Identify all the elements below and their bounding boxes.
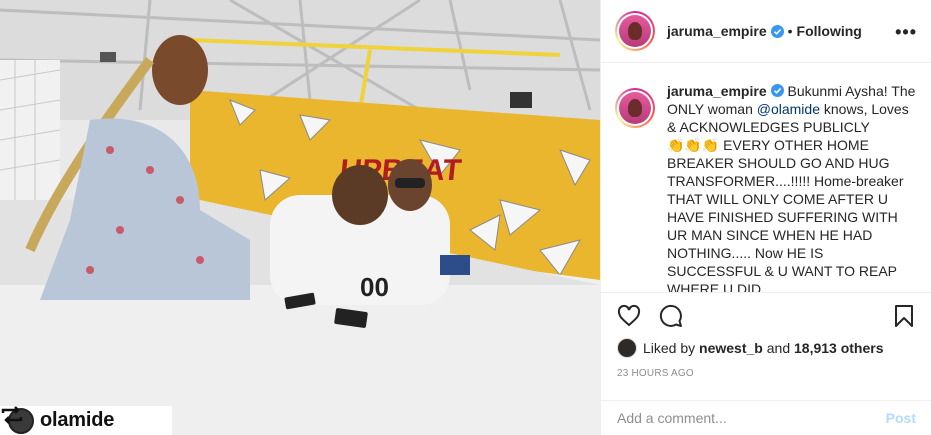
post-sidebar: jaruma_empire • Following ••• jaruma_emp… bbox=[600, 0, 931, 435]
caption-username[interactable]: jaruma_empire bbox=[667, 83, 767, 99]
caption-text: jaruma_empire Bukunmi Aysha! The ONLY wo… bbox=[667, 82, 918, 292]
post-comment-button[interactable]: Post bbox=[886, 410, 916, 426]
post-header: jaruma_empire • Following ••• bbox=[601, 0, 931, 63]
repost-icon bbox=[1, 406, 23, 424]
jersey-number: 00 bbox=[360, 272, 389, 302]
comment-icon[interactable] bbox=[659, 304, 683, 328]
likes-summary[interactable]: Liked by newest_b and 18,913 others bbox=[617, 338, 884, 358]
repost-username[interactable]: olamide bbox=[40, 409, 114, 432]
more-icon[interactable]: ••• bbox=[895, 22, 917, 43]
caption-avatar[interactable] bbox=[619, 92, 651, 124]
likes-count[interactable]: 18,913 others bbox=[794, 340, 884, 356]
comment-form: Post bbox=[601, 400, 931, 435]
header-separator: • bbox=[787, 23, 793, 39]
header-username[interactable]: jaruma_empire bbox=[667, 23, 767, 39]
mention-link[interactable]: @olamide bbox=[757, 101, 820, 117]
likes-text: Liked by newest_b and 18,913 others bbox=[643, 340, 884, 356]
post-photo[interactable]: UPBEAT 00 olamide bbox=[0, 0, 600, 435]
liker-username[interactable]: newest_b bbox=[699, 340, 763, 356]
avatar[interactable] bbox=[619, 15, 651, 47]
save-icon[interactable] bbox=[892, 304, 916, 328]
action-bar bbox=[601, 292, 931, 338]
caption-story-ring[interactable] bbox=[615, 88, 655, 128]
verified-icon bbox=[770, 84, 784, 97]
comment-input[interactable] bbox=[617, 410, 886, 426]
caption-area: jaruma_empire Bukunmi Aysha! The ONLY wo… bbox=[601, 64, 931, 292]
likes-prefix: Liked by bbox=[643, 340, 700, 356]
photo-scene: UPBEAT 00 bbox=[0, 0, 600, 435]
clap-emoji: 👏👏👏 bbox=[667, 137, 720, 153]
liker-avatar[interactable] bbox=[617, 338, 637, 358]
repost-credit[interactable]: olamide bbox=[0, 406, 172, 435]
heart-icon[interactable] bbox=[617, 304, 641, 328]
following-button[interactable]: Following bbox=[797, 23, 862, 39]
verified-icon bbox=[770, 24, 784, 38]
caption-part3: EVERY OTHER HOME BREAKER SHOULD GO AND H… bbox=[667, 137, 904, 292]
post-timestamp[interactable]: 23 HOURS AGO bbox=[617, 368, 694, 379]
story-ring[interactable] bbox=[615, 11, 655, 51]
likes-middle: and bbox=[762, 340, 794, 356]
